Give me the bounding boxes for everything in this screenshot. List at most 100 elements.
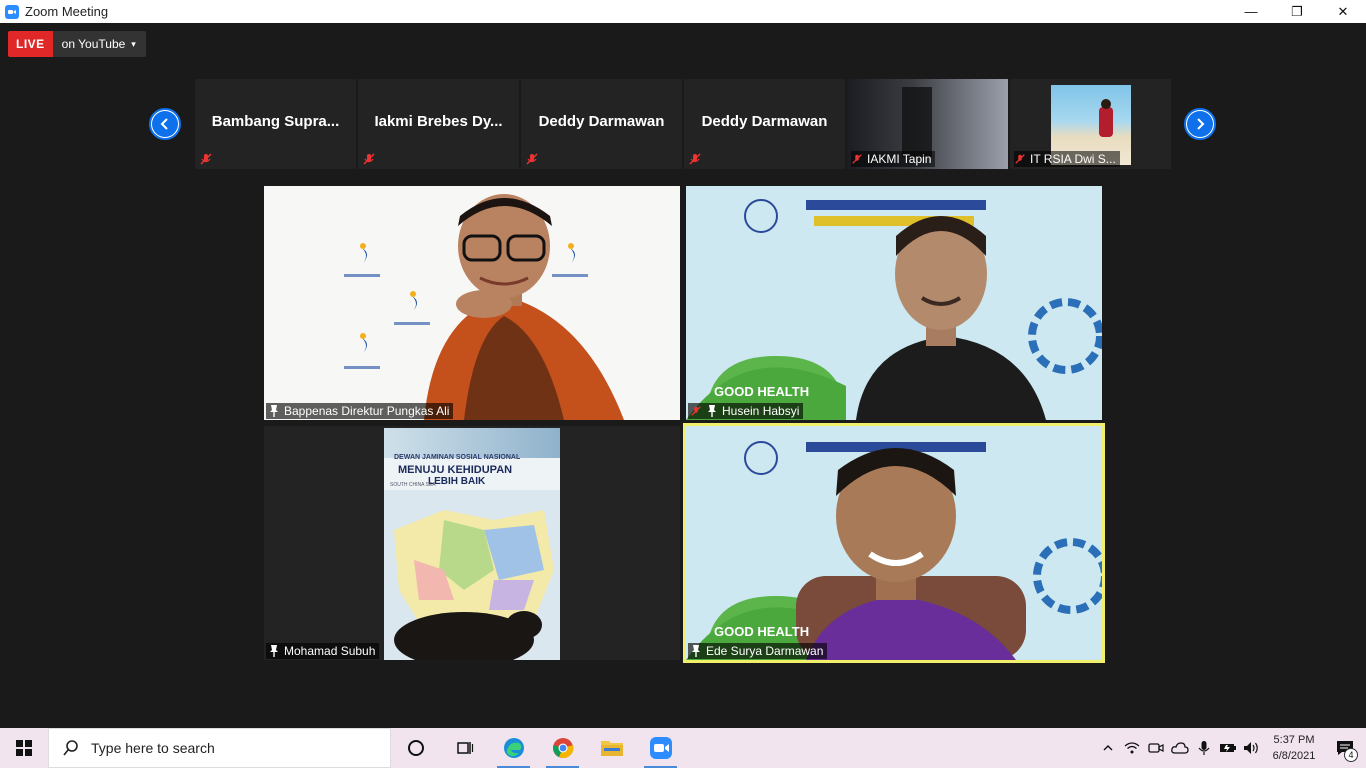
cloud-icon xyxy=(1171,742,1189,754)
taskbar: Type here to search 5:37 PM 6/8/2021 4 xyxy=(0,728,1366,768)
map-graphic xyxy=(384,490,560,660)
slide-subtitle: LEBIH BAIK xyxy=(428,476,486,487)
participant-video-thumb[interactable]: IT RSIA Dwi S... xyxy=(1010,79,1171,169)
maximize-button[interactable]: ❐ xyxy=(1274,0,1320,23)
participant-thumb[interactable]: Deddy Darmawan xyxy=(521,79,682,169)
video-tile[interactable]: GOOD HEALTH Husein Habsyi xyxy=(686,186,1102,420)
edge-browser-icon xyxy=(503,738,524,758)
shared-slide: DEWAN JAMINAN SOSIAL NASIONAL MENUJU KEH… xyxy=(384,428,560,660)
participant-strip: Bambang Supra... Iakmi Brebes Dy... Dedd… xyxy=(195,79,1171,169)
muted-mic-icon xyxy=(526,153,538,165)
active-speaker-tile[interactable]: GOOD HEALTH Ede Surya Darmawan xyxy=(683,423,1105,663)
next-page-button[interactable] xyxy=(1184,108,1216,140)
participant-name: Deddy Darmawan xyxy=(701,113,828,130)
slide-title: MENUJU KEHIDUPAN xyxy=(398,464,513,476)
participant-name: IT RSIA Dwi S... xyxy=(1030,152,1116,166)
map-label: SOUTH CHINA SEA xyxy=(390,482,436,488)
folder-icon xyxy=(600,741,623,756)
taskbar-chrome[interactable] xyxy=(538,728,587,768)
tray-network[interactable] xyxy=(1120,728,1144,768)
slide-heading: DEWAN JAMINAN SOSIAL NASIONAL xyxy=(394,454,521,461)
pin-icon xyxy=(270,405,278,417)
muted-mic-icon xyxy=(691,406,701,416)
participant-name: Bappenas Direktur Pungkas Ali xyxy=(284,404,450,418)
notification-count-badge: 4 xyxy=(1344,748,1358,762)
participant-caption: IT RSIA Dwi S... xyxy=(1014,151,1120,167)
taskbar-zoom[interactable] xyxy=(636,728,685,768)
participant-name-label: Husein Habsyi xyxy=(688,403,804,419)
microphone-icon xyxy=(1198,741,1210,755)
participant-name-label: Ede Surya Darmawan xyxy=(688,643,828,659)
video-frame xyxy=(902,87,932,157)
zoom-app-icon xyxy=(649,737,672,759)
video-tile[interactable]: Bappenas Direktur Pungkas Ali xyxy=(264,186,680,420)
muted-mic-icon xyxy=(852,154,862,164)
muted-mic-icon xyxy=(689,153,701,165)
search-placeholder: Type here to search xyxy=(91,740,215,756)
action-center-button[interactable]: 4 xyxy=(1324,728,1366,768)
task-view-button[interactable] xyxy=(440,728,489,768)
participant-name: Iakmi Brebes Dy... xyxy=(374,113,503,130)
close-button[interactable]: ✕ xyxy=(1320,0,1366,23)
participant-thumb[interactable]: Bambang Supra... xyxy=(195,79,356,169)
window-title: Zoom Meeting xyxy=(25,4,109,19)
chevron-down-icon: ▾ xyxy=(131,38,136,49)
taskbar-file-explorer[interactable] xyxy=(587,728,636,768)
backdrop-caption: GOOD HEALTH xyxy=(714,384,810,399)
clock-date: 6/8/2021 xyxy=(1272,750,1316,762)
cortana-icon xyxy=(407,740,424,756)
participant-thumb[interactable]: Deddy Darmawan xyxy=(684,79,845,169)
video-tile[interactable]: DEWAN JAMINAN SOSIAL NASIONAL MENUJU KEH… xyxy=(264,426,680,660)
backdrop-caption: GOOD HEALTH xyxy=(714,624,810,639)
logo-watermark-icon xyxy=(344,194,624,420)
windows-logo-icon xyxy=(16,740,32,756)
task-view-icon xyxy=(456,742,473,754)
show-hidden-icons-button[interactable] xyxy=(1096,728,1120,768)
title-bar: Zoom Meeting — ❐ ✕ xyxy=(0,0,1366,23)
minimize-button[interactable]: — xyxy=(1228,0,1274,23)
volume-icon xyxy=(1244,742,1258,754)
participant-caption: IAKMI Tapin xyxy=(851,151,936,167)
pin-icon xyxy=(708,405,716,417)
live-stream-indicator[interactable]: LIVE on YouTube ▾ xyxy=(8,31,146,57)
battery-charging-icon xyxy=(1220,744,1236,752)
tray-meet-now[interactable] xyxy=(1144,728,1168,768)
participant-name-label: Mohamad Subuh xyxy=(266,643,380,659)
chevron-left-icon xyxy=(152,111,178,137)
taskbar-edge[interactable] xyxy=(489,728,538,768)
system-tray: 5:37 PM 6/8/2021 4 xyxy=(1096,728,1366,768)
wifi-icon xyxy=(1124,742,1140,754)
search-icon xyxy=(63,740,78,756)
participant-name-label: Bappenas Direktur Pungkas Ali xyxy=(266,403,454,419)
tray-microphone[interactable] xyxy=(1192,728,1216,768)
live-destination-dropdown[interactable]: on YouTube ▾ xyxy=(52,31,146,57)
chevron-right-icon xyxy=(1187,111,1213,137)
participant-name: Husein Habsyi xyxy=(722,404,800,418)
participant-name: Ede Surya Darmawan xyxy=(706,644,824,658)
meet-now-icon xyxy=(1148,743,1164,753)
participant-video-thumb[interactable]: IAKMI Tapin xyxy=(847,79,1008,169)
chevron-up-icon xyxy=(1103,745,1113,751)
cortana-button[interactable] xyxy=(391,728,440,768)
meeting-stage: LIVE on YouTube ▾ Bambang Supra... Iakmi… xyxy=(0,23,1366,728)
search-box[interactable]: Type here to search xyxy=(48,728,391,768)
pin-icon xyxy=(692,645,700,657)
participant-name: Bambang Supra... xyxy=(211,113,340,130)
participant-name: Deddy Darmawan xyxy=(538,113,665,130)
start-button[interactable] xyxy=(0,728,48,768)
previous-page-button[interactable] xyxy=(149,108,181,140)
participant-thumb[interactable]: Iakmi Brebes Dy... xyxy=(358,79,519,169)
pin-icon xyxy=(270,645,278,657)
muted-mic-icon xyxy=(200,153,212,165)
tray-battery[interactable] xyxy=(1216,728,1240,768)
live-destination-label: on YouTube xyxy=(61,37,126,51)
tray-onedrive[interactable] xyxy=(1168,728,1192,768)
participant-name: Mohamad Subuh xyxy=(284,644,376,658)
clock-time: 5:37 PM xyxy=(1273,734,1315,746)
tray-volume[interactable] xyxy=(1240,728,1264,768)
muted-mic-icon xyxy=(363,153,375,165)
system-clock[interactable]: 5:37 PM 6/8/2021 xyxy=(1264,732,1324,764)
zoom-app-icon xyxy=(5,4,19,19)
muted-mic-icon xyxy=(1015,154,1025,164)
live-badge: LIVE xyxy=(8,31,53,57)
